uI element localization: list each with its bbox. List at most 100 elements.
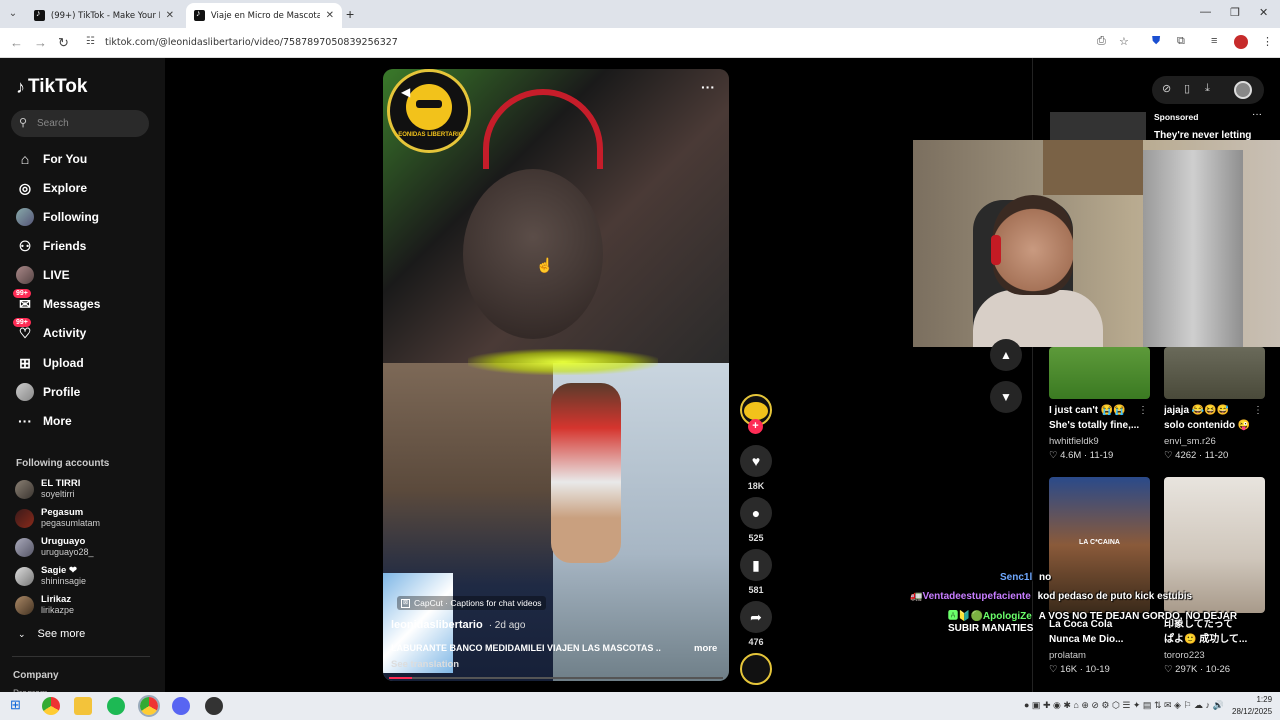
like-button[interactable]: ♥ 18K [740,445,772,491]
video-more-icon[interactable]: ··· [701,79,715,95]
nav-more[interactable]: ··· More [16,410,72,432]
discord-icon[interactable] [172,697,190,715]
recommended-video-card[interactable]: ⋮ I just can't 😭😭 She's totally fine,...… [1049,347,1150,461]
sponsored-more-icon[interactable]: ··· [1252,109,1262,120]
nav-messages[interactable]: ✉ 99+ Messages [13,289,100,315]
video-player[interactable]: LEONIDAS LIBERTARIO ◀ ··· ☝ ⊠ CapCut · C… [383,69,729,681]
top-right-toolbar: ⊘ ▯ ⤓ [1152,76,1264,104]
window-close-icon[interactable]: ✕ [1259,6,1268,19]
card-date: 10-19 [1085,664,1110,675]
reload-icon[interactable]: ↻ [58,35,69,51]
tab-search-icon[interactable]: ⌄ [5,6,21,22]
video-thumbnail [1049,347,1150,399]
recommended-video-card[interactable]: 印象してたって ぱよ🙂 成功して... tororo223 ♡ 297K · 1… [1164,477,1265,675]
spotify-icon[interactable] [107,697,125,715]
tab-tiktok-home[interactable]: (99+) TikTok - Make Your Day ✕ [26,3,182,28]
see-translation-link[interactable]: See translation [391,659,459,670]
new-tab-button[interactable]: + [346,6,354,22]
bookmark-star-icon[interactable]: ☆ [1119,35,1129,48]
close-tab-icon[interactable]: ✕ [326,10,334,21]
comment-icon: ● [740,497,772,529]
site-info-icon[interactable]: ☷ [86,36,95,47]
account-handle: shininsagie [41,576,87,586]
device-icon[interactable]: ▯ [1184,82,1190,95]
sponsored-thumbnail[interactable] [1050,112,1146,140]
browser-profile-avatar[interactable] [1234,35,1248,49]
coins-icon[interactable]: ⊘ [1162,82,1171,95]
tray-icons[interactable]: ● ▣ ✚ ◉ ✱ ⌂ ⊕ ⊘ ⚙ ⬡ ☰ ✦ ▤ ⇅ ✉ ◈ ⚐ ☁ ♪ 🔊 [1024,700,1224,711]
search-placeholder: Search [37,118,69,129]
chat-text: kod pedaso de puto kick estubis [1037,591,1193,602]
streamer-body [973,290,1103,347]
following-account[interactable]: Pegasum pegasumlatam [15,507,100,529]
video-progress-bar[interactable] [389,677,723,679]
card-more-icon[interactable]: ⋮ [1138,405,1148,416]
share-button[interactable]: ➦ 476 [740,601,772,647]
following-account[interactable]: Sagie ❤ shininsagie [15,565,86,587]
obs-icon[interactable] [205,697,223,715]
tiktok-favicon-icon [34,8,45,21]
nav-profile[interactable]: Profile [16,381,80,403]
company-link[interactable]: Company [13,670,59,681]
activity-badge: 99+ [13,318,31,327]
file-explorer-icon[interactable] [74,697,92,715]
see-more-button[interactable]: ⌄ See more [18,628,85,640]
next-video-button[interactable]: ▼ [990,381,1022,413]
chrome-icon[interactable] [42,697,60,715]
description-more-link[interactable]: more [694,643,717,654]
comment-button[interactable]: ● 525 [740,497,772,543]
card-caption: jajaja 😂😆😅 [1164,405,1230,416]
download-icon[interactable]: ⤓ [1205,82,1210,95]
video-author[interactable]: leonidaslibertario · 2d ago [391,619,525,631]
chat-message: 🅰🔰🟢ApologiZe A VOS NO TE DEJAN GORDO, NO… [948,611,1268,635]
account-avatar [15,566,34,586]
tiktok-sidebar: ♪ TikTok ⚲ Search ⌂ For You ◎ Explore Fo… [0,58,165,698]
close-tab-icon[interactable]: ✕ [166,10,174,21]
following-account[interactable]: EL TIRRI soyeltirri [15,478,80,500]
nav-live[interactable]: LIVE [16,264,70,286]
author-name[interactable]: leonidaslibertario [391,619,483,631]
nav-for-you[interactable]: ⌂ For You [16,148,87,170]
chat-user: Senc1l [1000,572,1033,583]
tab-video[interactable]: Viaje en Micro de Mascotas con ✕ [186,3,342,28]
tiktok-logo[interactable]: ♪ TikTok [16,76,87,98]
install-app-icon[interactable]: ⎙ [1097,35,1106,48]
chrome-active-icon[interactable] [138,695,160,717]
progress-fill [389,677,413,679]
save-button[interactable]: ▮ 581 [740,549,772,595]
system-clock[interactable]: 1:29 28/12/2025 [1232,694,1272,718]
card-username: hwhitfieldk9 [1049,436,1099,447]
url-field[interactable]: ☷ tiktok.com/@leonidaslibertario/video/7… [80,32,1140,54]
minimize-icon[interactable]: — [1200,6,1211,18]
nav-explore[interactable]: ◎ Explore [16,177,87,199]
following-account[interactable]: Uruguayo uruguayo28_ [15,536,94,558]
account-handle: pegasumlatam [41,518,101,528]
recommended-video-card[interactable]: LA C*CAINA La Coca Cola Nunca Me Dio... … [1049,477,1150,675]
nav-friends[interactable]: ⚇ Friends [16,235,87,257]
windows-start-icon[interactable]: ⊞ [10,697,21,713]
card-more-icon[interactable]: ⋮ [1253,405,1263,416]
user-avatar[interactable] [1234,81,1252,99]
browser-menu-icon[interactable]: ⋮ [1262,35,1273,48]
following-account[interactable]: Lirikaz lirikazpe [15,594,74,616]
restore-icon[interactable]: ❐ [1230,6,1240,19]
tiktok-favicon-icon [194,8,205,21]
music-disc-avatar[interactable] [740,653,772,685]
card-caption: solo contenido 😜 [1164,420,1251,431]
volume-icon[interactable]: ◀ [401,85,410,99]
capcut-label[interactable]: ⊠ CapCut · Captions for chat videos [397,596,546,610]
back-icon[interactable]: ← [10,35,23,50]
nav-upload[interactable]: ⊞ Upload [16,352,84,374]
media-control-icon[interactable]: ≡ [1211,35,1217,47]
search-input[interactable]: ⚲ Search [11,110,149,137]
shield-extension-icon[interactable]: ⛊ [1152,35,1160,48]
recommended-video-card[interactable]: ⋮ jajaja 😂😆😅 solo contenido 😜 envi_sm.r2… [1164,347,1265,461]
previous-video-button[interactable]: ▲ [990,339,1022,371]
forward-icon[interactable]: → [34,35,47,50]
post-age: · 2d ago [488,620,526,631]
extensions-icon[interactable]: ⧉ [1177,35,1185,48]
nav-following[interactable]: Following [16,206,99,228]
chat-message: 🚛Ventadeestupefaciente kod pedaso de put… [910,591,1192,602]
nav-activity[interactable]: ♡ 99+ Activity [13,318,86,344]
follow-plus-icon[interactable]: + [748,419,763,434]
